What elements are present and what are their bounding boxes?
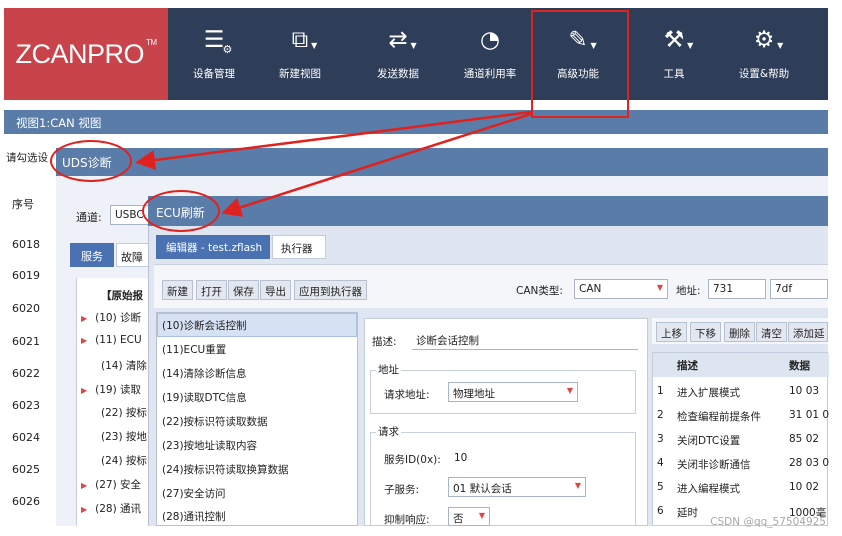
watermark: CSDN @qq_57504925 bbox=[710, 516, 826, 528]
annotation-arrows bbox=[135, 110, 532, 217]
annotation-arrow-to-ecu bbox=[221, 112, 532, 217]
annotation-arrow-to-uds bbox=[135, 110, 532, 171]
